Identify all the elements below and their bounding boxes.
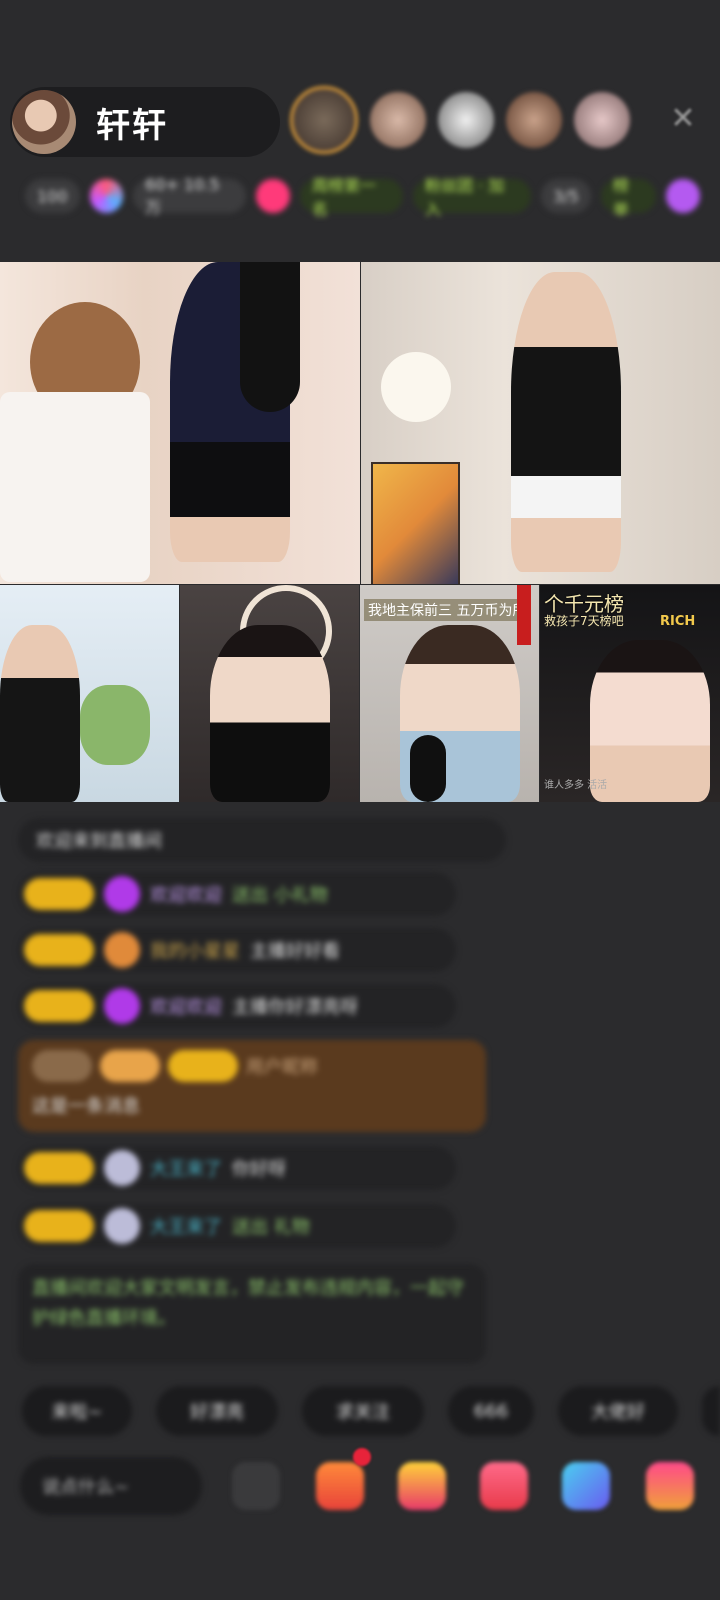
chat-username[interactable]: 欢迎欢迎: [150, 881, 222, 907]
video-tile-6[interactable]: 个千元榜 救孩子7天榜吧 RICH 谁人多多 活活: [540, 585, 720, 802]
level-badge: [24, 1152, 94, 1184]
hair: [240, 262, 300, 412]
quick-reply[interactable]: 来啦~: [22, 1386, 132, 1436]
flower-decor: [381, 352, 451, 422]
level-badge: [24, 1210, 94, 1242]
game-icon[interactable]: [480, 1462, 528, 1510]
rank-bar[interactable]: 100 60+ 10.5万 周榜第一名 粉丝团 · 加入 3/5 榜单: [25, 172, 700, 220]
level-badge: [32, 1050, 92, 1082]
wheel-icon[interactable]: [89, 179, 124, 213]
viewer-avatar[interactable]: [574, 92, 630, 148]
rank-pill[interactable]: 100: [25, 179, 80, 213]
chat-username[interactable]: 我的小星星: [150, 937, 240, 963]
microphone: [410, 735, 446, 802]
gem-icon: [104, 876, 140, 912]
quick-reply[interactable]: 666: [448, 1386, 534, 1436]
chat-highlight-message[interactable]: 用户昵称 这是一条消息: [18, 1040, 486, 1132]
emoji-icon[interactable]: [232, 1462, 280, 1510]
rank-pill[interactable]: 周榜第一名: [300, 176, 403, 219]
chat-text: 送出 礼物: [232, 1217, 310, 1238]
gem-icon[interactable]: [666, 179, 700, 213]
gift-box-icon[interactable]: [316, 1462, 364, 1510]
host-avatar[interactable]: [12, 90, 76, 154]
notification-dot: [353, 1448, 371, 1466]
red-banner: [517, 585, 531, 645]
fan-club-icon: [104, 1150, 140, 1186]
chat-text: 你好呀: [232, 1159, 286, 1180]
orange-heart-icon: [104, 932, 140, 968]
quick-reply[interactable]: [702, 1386, 720, 1436]
level-badge: [168, 1050, 238, 1082]
viewer-avatar[interactable]: [290, 86, 358, 154]
viewer-avatar[interactable]: [370, 92, 426, 148]
share-icon[interactable]: [562, 1462, 610, 1510]
fan-club-icon: [104, 1208, 140, 1244]
plush-toy: [80, 685, 150, 765]
viewer-avatar[interactable]: [506, 92, 562, 148]
chat-username[interactable]: 大王来了: [150, 1213, 222, 1239]
chat-text: 送出 小礼物: [232, 885, 328, 906]
chat-message[interactable]: 大王来了 送出 礼物: [18, 1204, 456, 1248]
streamer-figure: [511, 272, 621, 572]
lucky-bag-icon[interactable]: [398, 1462, 446, 1510]
host-info-pill[interactable]: 轩轩: [10, 87, 280, 157]
gift-icon[interactable]: [646, 1462, 694, 1510]
video-footer: 谁人多多 活活: [544, 780, 608, 791]
sofa: [0, 392, 150, 582]
quick-reply[interactable]: 好漂亮: [156, 1386, 278, 1436]
streamer-figure: [210, 625, 330, 802]
chat-message[interactable]: 我的小星星 主播好好看: [18, 928, 456, 972]
close-icon[interactable]: ✕: [668, 104, 698, 134]
level-badge: [24, 990, 94, 1022]
rich-badge: RICH: [660, 614, 696, 629]
host-name: 轩轩: [96, 105, 168, 146]
level-badge: [100, 1050, 160, 1082]
chat-message[interactable]: 欢迎欢迎 送出 小礼物: [18, 872, 456, 916]
chat-username[interactable]: 用户昵称: [246, 1053, 318, 1079]
system-message: 直播间欢迎大家文明发言，禁止发布违规内容，一起守护绿色直播环境。: [18, 1264, 486, 1364]
system-text: 直播间欢迎大家文明发言，禁止发布违规内容，一起守护绿色直播环境。: [32, 1278, 464, 1329]
video-caption: 我地主保前三 五万币为所: [364, 599, 531, 621]
rank-pill[interactable]: 60+ 10.5万: [133, 175, 247, 217]
chat-username[interactable]: 大王来了: [150, 1155, 222, 1181]
chat-text: 这是一条消息: [32, 1096, 140, 1117]
chat-input[interactable]: 说点什么~: [20, 1457, 202, 1515]
video-tile-5[interactable]: 我地主保前三 五万币为所: [360, 585, 539, 802]
quick-reply[interactable]: 大佬好: [558, 1386, 678, 1436]
video-tile-2[interactable]: [361, 262, 720, 584]
rank-pill[interactable]: 榜单: [600, 176, 657, 219]
chat-username[interactable]: 欢迎欢迎: [150, 993, 222, 1019]
streamer-figure: [0, 625, 80, 802]
chat-text: 主播你好漂亮呀: [232, 997, 358, 1018]
painting: [371, 462, 460, 584]
chat-message[interactable]: 欢迎欢迎 主播你好漂亮呀: [18, 984, 456, 1028]
level-badge: [24, 934, 94, 966]
video-tile-3[interactable]: [0, 585, 179, 802]
chat-message[interactable]: 大王来了 你好呀: [18, 1146, 456, 1190]
rank-pill[interactable]: 粉丝团 · 加入: [413, 176, 532, 219]
level-badge: [24, 878, 94, 910]
chat-notice: 欢迎来到直播间: [18, 818, 506, 862]
hot-icon[interactable]: [256, 179, 290, 213]
video-tile-4[interactable]: [180, 585, 359, 802]
quick-reply[interactable]: 求关注: [302, 1386, 424, 1436]
video-tile-1[interactable]: [0, 262, 360, 584]
chat-text: 主播好好看: [250, 941, 340, 962]
rank-pill[interactable]: 3/5: [541, 179, 591, 213]
gem-icon: [104, 988, 140, 1024]
chat-notice-text: 欢迎来到直播间: [36, 831, 162, 852]
viewer-avatar[interactable]: [438, 92, 494, 148]
top-viewers: [290, 86, 630, 154]
video-caption: 救孩子7天榜吧: [544, 614, 624, 628]
